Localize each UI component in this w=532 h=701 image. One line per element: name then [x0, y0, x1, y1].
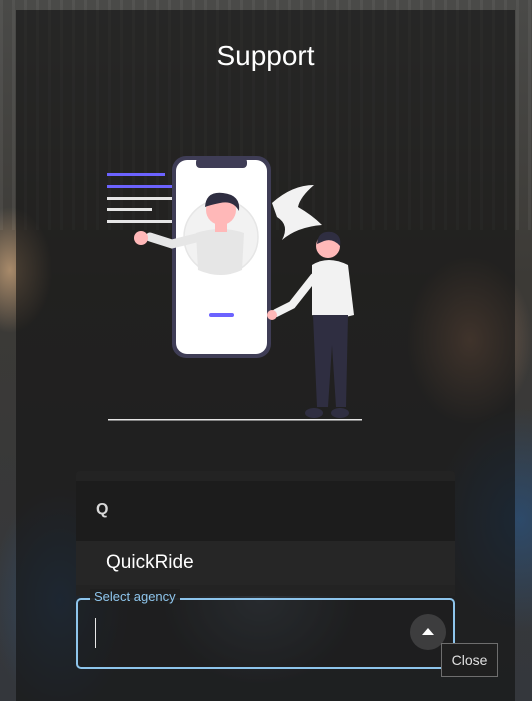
agency-dropdown-menu: Q QuickRide	[76, 471, 455, 596]
agency-search-text: Q	[96, 501, 109, 518]
dialog-title: Support	[216, 40, 315, 71]
support-illustration	[107, 156, 362, 421]
text-caret	[95, 618, 96, 648]
chevron-up-icon	[422, 628, 434, 635]
agency-search-row[interactable]: Q	[76, 481, 455, 541]
select-agency-field[interactable]: Select agency	[76, 589, 455, 669]
select-agency-label: Select agency	[90, 589, 180, 604]
agency-option-label: QuickRide	[106, 552, 194, 573]
close-tooltip: Close	[441, 643, 498, 677]
agency-option-quickride[interactable]: QuickRide	[76, 541, 455, 585]
